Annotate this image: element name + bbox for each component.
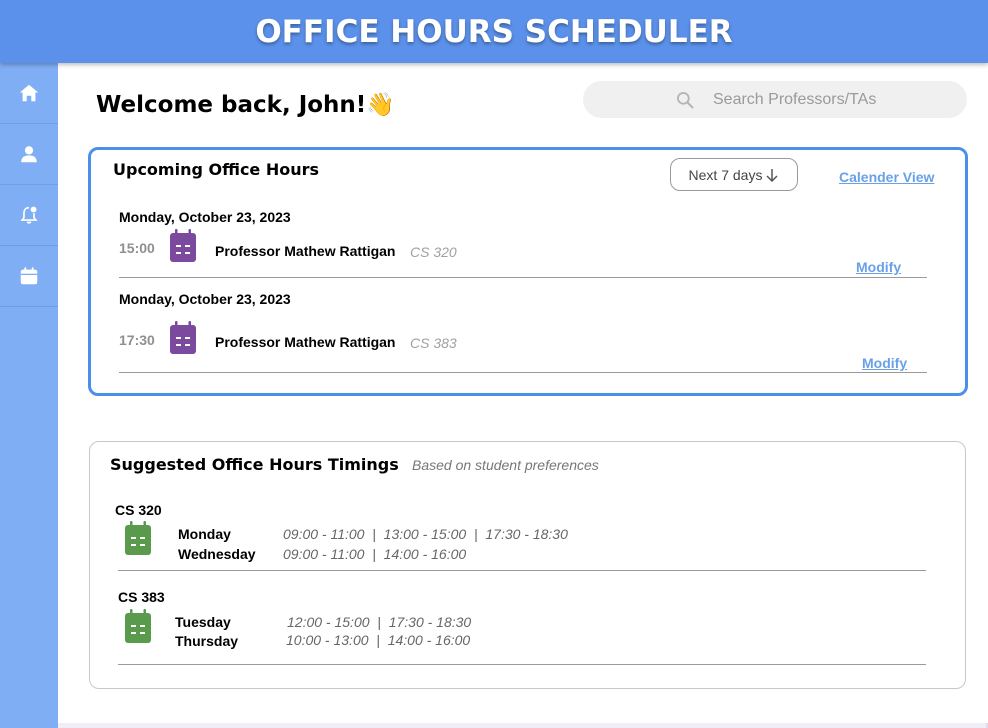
divider — [118, 664, 926, 665]
suggested-course: CS 320 — [115, 502, 162, 518]
event-calendar-icon — [170, 321, 196, 354]
suggested-course: CS 383 — [118, 589, 165, 605]
suggested-slots: 09:00 - 11:00 | 14:00 - 16:00 — [283, 546, 467, 562]
suggested-day: Monday — [178, 526, 231, 542]
app-title: OFFICE HOURS SCHEDULER — [255, 13, 733, 50]
divider — [119, 372, 927, 373]
suggested-title: Suggested Office Hours Timings — [110, 455, 399, 474]
event-calendar-icon — [170, 229, 196, 262]
suggested-calendar-icon — [125, 521, 151, 555]
search-icon — [677, 91, 694, 108]
entry-professor: Professor Mathew Rattigan — [215, 334, 396, 350]
modify-link[interactable]: Modify — [862, 355, 907, 371]
app-header: OFFICE HOURS SCHEDULER — [0, 0, 988, 63]
sidebar-item-profile[interactable] — [0, 124, 58, 185]
suggested-subtitle: Based on student preferences — [412, 457, 599, 473]
entry-date: Monday, October 23, 2023 — [119, 291, 291, 307]
suggested-day: Thursday — [175, 633, 239, 649]
entry-professor: Professor Mathew Rattigan — [215, 243, 396, 259]
arrow-down-icon — [766, 168, 778, 182]
upcoming-office-hours-card: Upcoming Office Hours Next 7 days Calend… — [88, 147, 968, 396]
sidebar-item-notifications[interactable] — [0, 185, 58, 246]
entry-course: CS 320 — [410, 244, 457, 260]
welcome-heading: Welcome back, John!👋 — [96, 92, 395, 118]
calendar-icon — [20, 267, 38, 285]
search-bar[interactable] — [583, 81, 967, 118]
entry-date: Monday, October 23, 2023 — [119, 209, 291, 225]
entry-course: CS 383 — [410, 335, 457, 351]
entry-time: 15:00 — [119, 240, 155, 256]
suggested-calendar-icon — [125, 609, 151, 643]
suggested-slots: 10:00 - 13:00 | 14:00 - 16:00 — [286, 632, 471, 648]
home-icon — [19, 84, 39, 102]
divider — [118, 570, 926, 571]
calendar-view-link[interactable]: Calender View — [839, 169, 934, 185]
sidebar — [0, 63, 58, 728]
search-input[interactable] — [713, 90, 933, 109]
divider — [119, 277, 927, 278]
upcoming-title: Upcoming Office Hours — [113, 160, 320, 179]
date-range-label: Next 7 days — [688, 166, 763, 183]
suggested-day: Wednesday — [178, 546, 256, 562]
sidebar-item-home[interactable] — [0, 63, 58, 124]
suggested-office-hours-card: Suggested Office Hours Timings Based on … — [89, 441, 966, 689]
user-icon — [21, 146, 37, 163]
main-content: Welcome back, John!👋 Upcoming Office Hou… — [58, 63, 988, 723]
suggested-slots: 12:00 - 15:00 | 17:30 - 18:30 — [287, 614, 472, 630]
suggested-slots: 09:00 - 11:00 | 13:00 - 15:00 | 17:30 - … — [283, 526, 568, 542]
modify-link[interactable]: Modify — [856, 259, 901, 275]
suggested-day: Tuesday — [175, 614, 231, 630]
sidebar-item-calendar[interactable] — [0, 246, 58, 307]
entry-time: 17:30 — [119, 332, 155, 348]
notification-bell-icon — [20, 206, 38, 224]
date-range-dropdown[interactable]: Next 7 days — [670, 158, 798, 191]
